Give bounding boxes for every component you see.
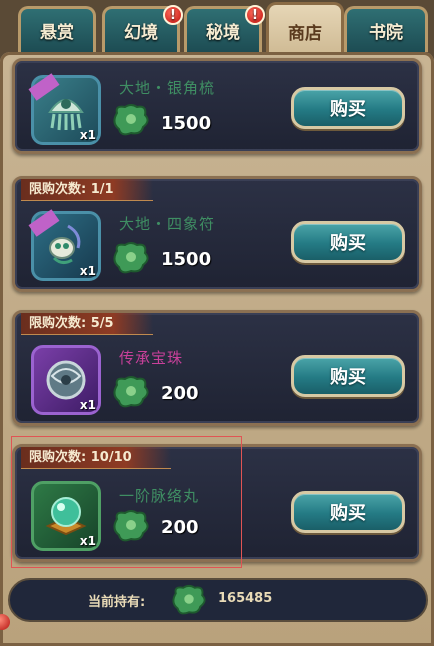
shop-item-card: 限购次数: 1/1 x1 大地・四象符 1500 购买: [12, 176, 422, 292]
item-quantity: x1: [79, 398, 96, 412]
shop-item-card: 限购次数: 5/5 x1 传承宝珠 200 购买: [12, 310, 422, 426]
item-name: 传承宝珠: [119, 349, 184, 367]
tab-label: 悬赏: [40, 23, 74, 43]
item-price: 200: [161, 517, 199, 538]
pill-icon: x1: [31, 481, 101, 551]
item-quantity: x1: [79, 534, 96, 548]
comb-icon: x1: [28, 73, 101, 145]
tab-label: 书院: [369, 23, 403, 43]
shop-item-card: 限购次数: 10/10 x1 一阶脉络丸 200 购买: [12, 444, 422, 562]
item-name: 大地・银角梳: [119, 79, 216, 97]
jade-currency-icon: [113, 242, 149, 274]
holding-label: 当前持有:: [88, 595, 146, 610]
purchase-limit: 限购次数: 1/1: [21, 179, 153, 201]
holding-value: 165485: [218, 591, 273, 606]
item-price: 200: [161, 383, 199, 404]
item-name: 大地・四象符: [119, 215, 216, 233]
buy-button[interactable]: 购买: [291, 87, 405, 129]
item-name: 一阶脉络丸: [119, 487, 200, 505]
tab-bounty[interactable]: 悬赏: [18, 6, 96, 52]
tab-academy[interactable]: 书院: [344, 6, 428, 52]
item-price: 1500: [161, 249, 212, 270]
alert-badge-icon: !: [163, 5, 183, 25]
pearl-icon: x1: [31, 345, 101, 415]
item-price: 1500: [161, 113, 212, 134]
shop-tabs: 悬赏 幻境! 秘境! 商店 书院: [0, 0, 434, 60]
currency-footer: 当前持有: 165485: [8, 578, 428, 622]
buy-button[interactable]: 购买: [291, 491, 405, 533]
jade-currency-icon: [172, 584, 206, 615]
buy-button[interactable]: 购买: [291, 355, 405, 397]
shop-item-card: x1 大地・银角梳 1500 购买: [12, 58, 422, 154]
tab-illusion[interactable]: 幻境!: [102, 5, 183, 52]
jade-currency-icon: [113, 376, 149, 408]
purchase-limit: 限购次数: 5/5: [21, 313, 153, 335]
tab-secret-realm[interactable]: 秘境!: [184, 5, 265, 52]
jade-currency-icon: [113, 510, 149, 542]
item-quantity: x1: [79, 264, 96, 278]
tab-label: 秘境: [206, 23, 240, 43]
tab-shop[interactable]: 商店: [266, 2, 344, 58]
item-quantity: x1: [79, 128, 96, 142]
talisman-icon: x1: [28, 209, 101, 281]
tab-label: 幻境: [124, 23, 158, 43]
buy-button[interactable]: 购买: [291, 221, 405, 263]
alert-badge-icon: !: [245, 5, 265, 25]
tab-label: 商店: [288, 24, 322, 44]
purchase-limit: 限购次数: 10/10: [21, 447, 171, 469]
jade-currency-icon: [113, 104, 149, 136]
